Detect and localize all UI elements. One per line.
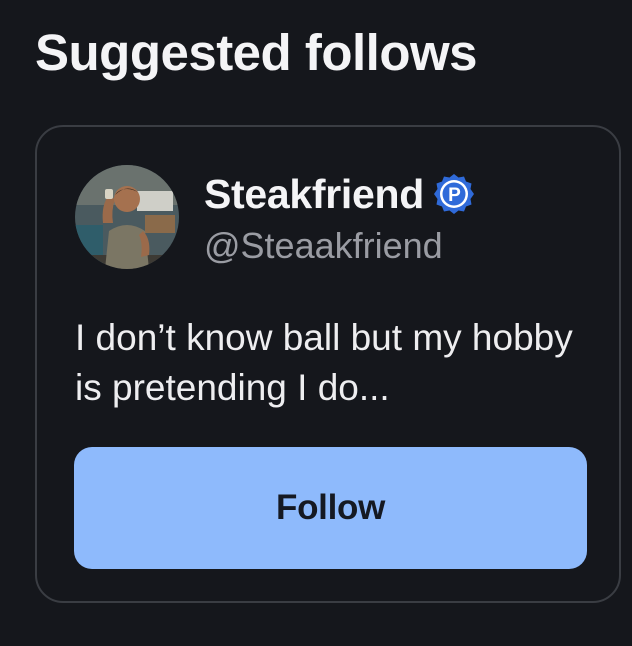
section-title: Suggested follows xyxy=(35,24,478,81)
suggested-follow-card: Steakfriend P @Steaakfriend I don’t know… xyxy=(35,125,621,603)
verified-p-badge-icon: P xyxy=(432,172,476,216)
badge-letter: P xyxy=(448,185,461,206)
user-bio: I don’t know ball but my hobby is preten… xyxy=(75,317,573,408)
avatar-photo xyxy=(75,165,179,269)
user-handle[interactable]: @Steaakfriend xyxy=(204,225,443,267)
display-name-row[interactable]: Steakfriend P xyxy=(204,169,476,219)
display-name[interactable]: Steakfriend xyxy=(204,171,424,218)
follow-button[interactable]: Follow xyxy=(74,447,587,569)
avatar[interactable] xyxy=(75,165,179,269)
